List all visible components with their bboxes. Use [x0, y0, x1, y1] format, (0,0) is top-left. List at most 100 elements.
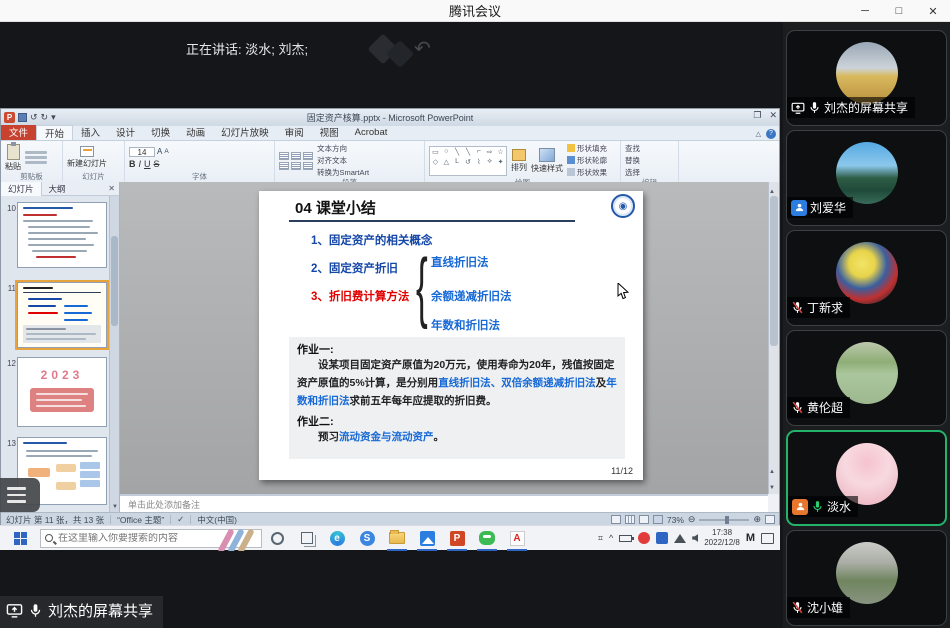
- tab-insert[interactable]: 插入: [73, 125, 108, 140]
- battery-icon[interactable]: [619, 535, 632, 542]
- help-icon[interactable]: ?: [766, 129, 776, 139]
- browser-button[interactable]: S: [352, 526, 382, 551]
- tab-slides[interactable]: 幻灯片: [1, 182, 42, 196]
- fit-to-window-button[interactable]: [765, 515, 775, 524]
- grow-font-icon[interactable]: A: [157, 147, 162, 156]
- file-explorer-button[interactable]: [382, 526, 412, 551]
- minimize-button[interactable]: ─: [848, 0, 882, 22]
- paste-button[interactable]: 粘贴: [5, 144, 21, 172]
- slides-pane-scrollbar[interactable]: ▼: [109, 196, 119, 512]
- select-button[interactable]: 选择: [625, 167, 640, 178]
- tray-clock[interactable]: 17:38 2022/12/8: [704, 528, 740, 547]
- shape-outline-button[interactable]: 形状轮廓: [567, 155, 607, 166]
- participant-tile[interactable]: 刘爱华: [786, 130, 947, 226]
- tab-design[interactable]: 设计: [108, 125, 143, 140]
- italic-button[interactable]: I: [139, 159, 142, 169]
- replace-button[interactable]: 替换: [625, 155, 640, 166]
- zoom-out-icon[interactable]: ⊖: [688, 514, 696, 525]
- search-highlight-icon[interactable]: [217, 528, 259, 551]
- mic-muted-icon: [791, 601, 804, 614]
- alignment-icons[interactable]: [279, 152, 313, 170]
- scroll-up-icon[interactable]: ▲: [769, 189, 775, 195]
- collapse-ribbon-icon[interactable]: △: [756, 130, 761, 138]
- zoom-slider[interactable]: [699, 519, 749, 521]
- sogou-input-icon[interactable]: M: [746, 532, 755, 544]
- notes-pane[interactable]: 单击此处添加备注: [120, 494, 768, 512]
- slide-thumbnail-11-selected[interactable]: [17, 282, 107, 348]
- tab-transitions[interactable]: 切换: [143, 125, 178, 140]
- cut-copy-painter-icons[interactable]: [25, 151, 47, 164]
- scrollbar-thumb[interactable]: [111, 236, 118, 326]
- tab-view[interactable]: 视图: [312, 125, 347, 140]
- find-button[interactable]: 查找: [625, 143, 640, 154]
- ppt-titlebar[interactable]: P ↺ ↻ ▾ 固定资产核算.pptx - Microsoft PowerPoi…: [1, 109, 779, 126]
- hidden-icons-chevron[interactable]: ^: [609, 533, 613, 543]
- participant-tile[interactable]: 丁新求: [786, 230, 947, 326]
- previous-slide-icon[interactable]: ▲: [769, 469, 775, 475]
- tab-animations[interactable]: 动画: [178, 125, 213, 140]
- acrobat-button[interactable]: A: [502, 526, 532, 551]
- qq-icon[interactable]: [638, 532, 650, 544]
- tab-review[interactable]: 审阅: [277, 125, 312, 140]
- ppt-restore-button[interactable]: ❐: [753, 110, 761, 121]
- tab-acrobat[interactable]: Acrobat: [347, 125, 396, 140]
- tab-file[interactable]: 文件: [1, 125, 36, 140]
- tab-slideshow[interactable]: 幻灯片放映: [213, 125, 277, 140]
- slide-thumbnail-10[interactable]: [17, 202, 107, 268]
- text-direction-button[interactable]: 文本方向: [317, 143, 369, 154]
- maximize-button[interactable]: □: [882, 0, 916, 22]
- participant-tile[interactable]: 黄伦超: [786, 330, 947, 426]
- current-slide[interactable]: 04 课堂小结 ◉ 1、固定资产的相关概念 2、固定资产折旧 3、折旧费计算方法…: [259, 191, 643, 480]
- strikethrough-button[interactable]: S: [154, 159, 160, 169]
- new-slide-button[interactable]: 新建幻灯片: [67, 146, 107, 169]
- volume-icon[interactable]: [692, 534, 698, 542]
- slide-thumbnail-12[interactable]: 2023: [17, 357, 107, 427]
- participant-tile[interactable]: 刘杰的屏幕共享: [786, 30, 947, 126]
- shape-effects-button[interactable]: 形状效果: [567, 167, 607, 178]
- underline-button[interactable]: U: [144, 159, 151, 169]
- screen-share-banner: 刘杰的屏幕共享: [0, 596, 163, 628]
- ppt-close-button[interactable]: ✕: [769, 110, 777, 121]
- close-button[interactable]: ✕: [916, 0, 950, 22]
- network-icon[interactable]: [674, 534, 686, 543]
- powerpoint-button[interactable]: P: [442, 526, 472, 551]
- taskbar-search[interactable]: [40, 529, 262, 548]
- slide-scrollbar[interactable]: ▲ ▲ ▼: [768, 182, 779, 494]
- edge-button[interactable]: e: [322, 526, 352, 551]
- photos-button[interactable]: [412, 526, 442, 551]
- slideshow-button[interactable]: [653, 515, 663, 524]
- shrink-font-icon[interactable]: A: [164, 148, 168, 155]
- reading-view-button[interactable]: [639, 515, 649, 524]
- participant-tile[interactable]: 沈小雄: [786, 530, 947, 626]
- start-button[interactable]: [0, 526, 40, 551]
- smartart-button[interactable]: 转换为SmartArt: [317, 167, 369, 178]
- meeting-float-panel-handle[interactable]: [0, 478, 40, 512]
- spellcheck-icon[interactable]: ✓: [177, 514, 184, 525]
- ime-grid-icon[interactable]: ⌗: [598, 533, 603, 544]
- quick-styles-button[interactable]: 快速样式: [531, 148, 563, 174]
- shapes-gallery[interactable]: ▭○╲╲⌐⇨☆ ◇△L↺⌇⟡✦: [429, 146, 507, 176]
- zoom-in-icon[interactable]: ⊕: [753, 514, 761, 525]
- arrange-button[interactable]: 排列: [511, 149, 527, 173]
- pane-close-icon[interactable]: ✕: [108, 184, 119, 193]
- tab-outline[interactable]: 大纲: [42, 182, 73, 196]
- sorter-view-button[interactable]: [625, 515, 635, 524]
- action-center-icon[interactable]: [761, 533, 774, 544]
- search-input[interactable]: [58, 533, 198, 544]
- next-slide-icon[interactable]: ▼: [769, 485, 775, 491]
- cortana-button[interactable]: [262, 526, 292, 551]
- bold-button[interactable]: B: [129, 159, 136, 169]
- input-method-icon[interactable]: [656, 532, 668, 544]
- scroll-down-icon[interactable]: ▼: [110, 502, 120, 512]
- task-view-button[interactable]: [292, 526, 322, 551]
- normal-view-button[interactable]: [611, 515, 621, 524]
- scrollbar-thumb[interactable]: [770, 196, 778, 346]
- method-2: 余额递减折旧法: [431, 288, 512, 304]
- wechat-button[interactable]: [472, 526, 502, 551]
- shape-fill-button[interactable]: 形状填充: [567, 143, 607, 154]
- font-size-box[interactable]: 14: [129, 147, 155, 157]
- align-text-button[interactable]: 对齐文本: [317, 155, 369, 166]
- tab-home[interactable]: 开始: [36, 125, 73, 140]
- participant-tile-speaking[interactable]: 淡水: [786, 430, 947, 526]
- language-indicator[interactable]: 中文(中国): [197, 514, 237, 526]
